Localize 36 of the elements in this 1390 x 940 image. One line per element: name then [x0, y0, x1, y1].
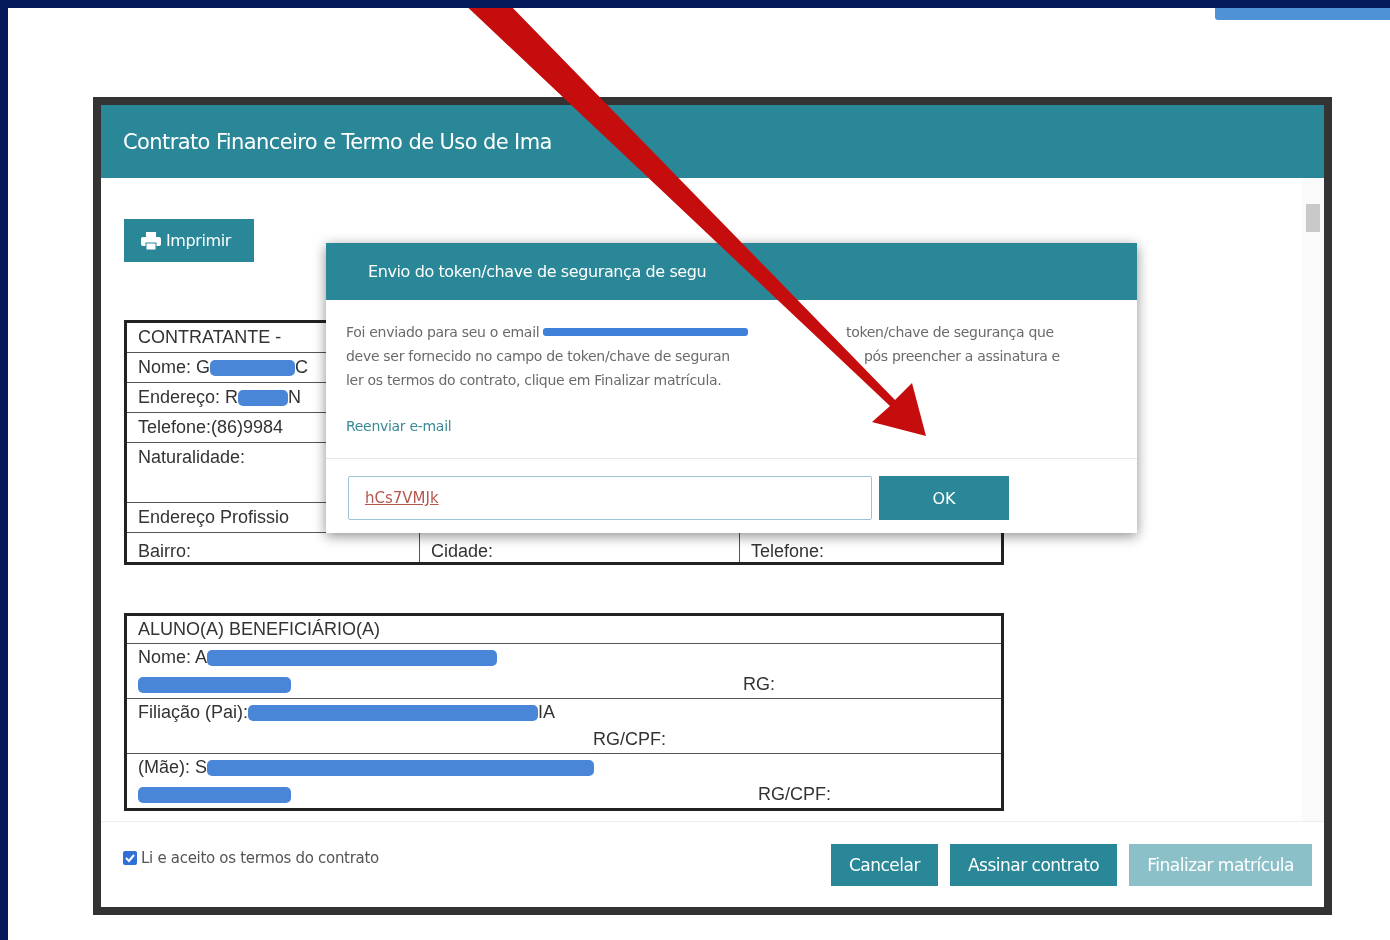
checkbox-label: Li e aceito os termos do contrato [141, 848, 379, 867]
field-label: Endereço: R [138, 387, 239, 408]
resend-email-link[interactable]: Reenviar e-mail [346, 414, 452, 438]
ok-button[interactable]: OK [879, 476, 1009, 520]
message-text: pós preencher a assinatura e [864, 347, 1060, 366]
field-label: N [288, 387, 302, 408]
message-text: deve ser fornecido no campo de token/chave de seguran [346, 347, 730, 366]
field-label: Telefone:(86)9984 [138, 417, 284, 438]
field-label: RG/CPF: [758, 784, 831, 805]
cancel-button[interactable]: Cancelar [830, 843, 938, 886]
checkbox[interactable] [123, 850, 137, 865]
partial-button[interactable] [1215, 8, 1390, 20]
field-label: Filiação (Pai): [138, 702, 249, 723]
dialog-title: Envio do token/chave de segurança de segu [368, 262, 707, 281]
message-text: ler os termos do contrato, clique em Finalizar matrícula. [346, 371, 722, 390]
printer-icon [141, 231, 161, 250]
redaction-bar [238, 389, 289, 406]
field-label: RG/CPF: [593, 729, 666, 750]
field-label: Endereço Profissio [138, 507, 290, 528]
field-label: CONTRATANTE - [138, 327, 282, 348]
field-label: Nome: G [138, 357, 211, 378]
message-text: Foi enviado para seu o email [346, 323, 540, 342]
field-label: ALUNO(A) BENEFICIÁRIO(A) [138, 619, 381, 640]
scrollbar[interactable] [1302, 178, 1324, 821]
print-button[interactable]: Imprimir [124, 219, 254, 262]
token-input-field[interactable]: hCs7VMJk [348, 476, 872, 520]
scrollbar-thumb[interactable] [1306, 204, 1320, 232]
message-text: token/chave de segurança que [846, 323, 1054, 342]
field-label: IA [538, 702, 556, 723]
field-label: Nome: A [138, 647, 208, 668]
field-label: RG: [743, 674, 775, 695]
field-label: C [295, 357, 309, 378]
field-label: Naturalidade: [138, 447, 246, 468]
field-label: (Mãe): S [138, 757, 207, 778]
sign-contract-button[interactable]: Assinar contrato [949, 843, 1118, 886]
dialog-title: Contrato Financeiro e Termo de Uso de Ima [123, 129, 552, 154]
